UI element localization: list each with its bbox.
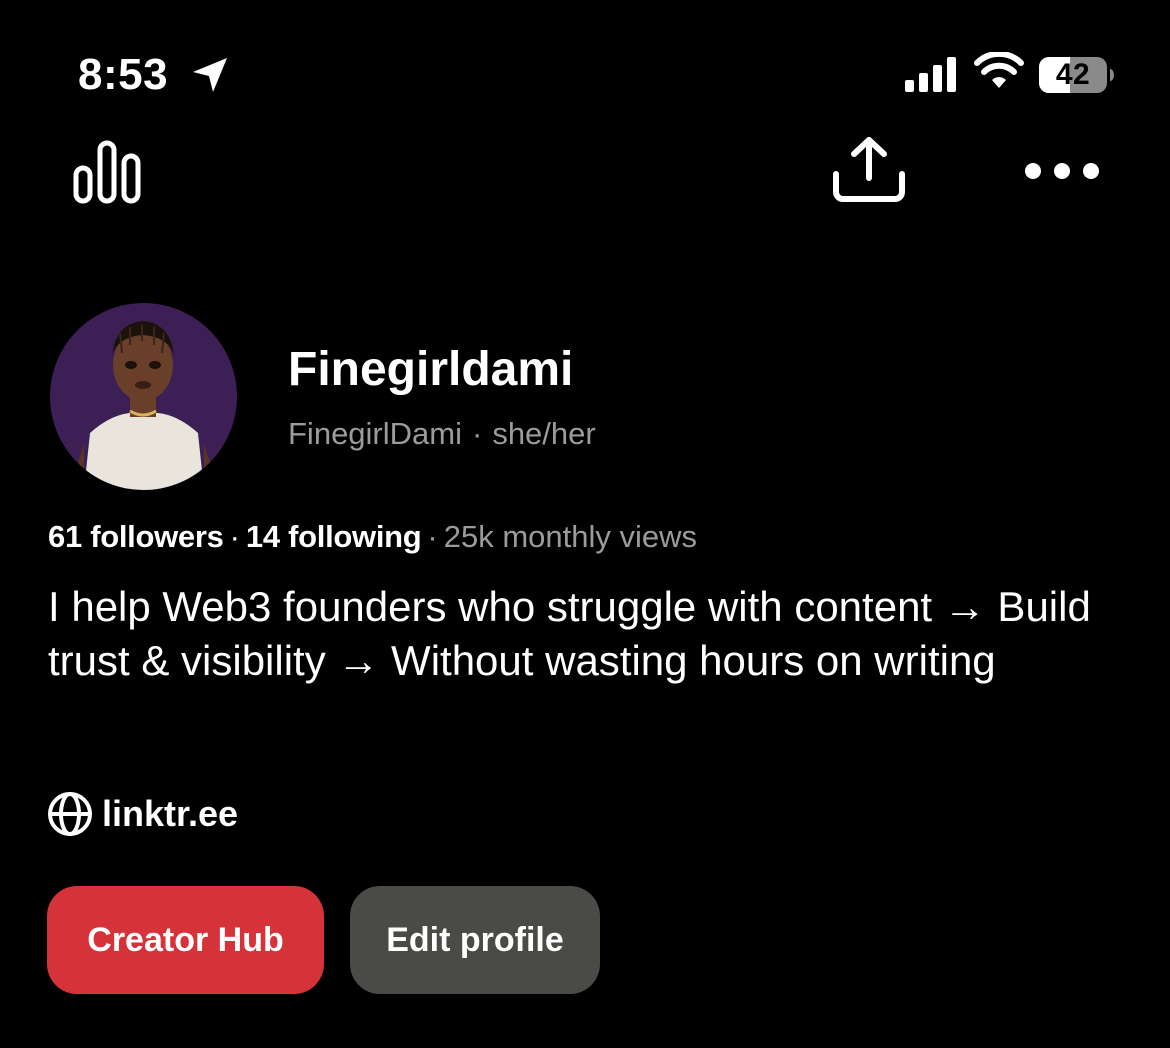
stats-line: 61 followers · 14 following · 25k monthly vi…: [48, 516, 697, 558]
following-count[interactable]: 14 following: [246, 519, 422, 554]
creator-hub-button[interactable]: Creator Hub: [47, 886, 324, 994]
analytics-icon[interactable]: [70, 138, 144, 206]
pronouns: she/her: [492, 416, 596, 451]
avatar[interactable]: [50, 303, 237, 490]
website-label[interactable]: linktr.ee: [102, 790, 238, 838]
edit-profile-button[interactable]: Edit profile: [350, 886, 600, 994]
share-icon[interactable]: [828, 134, 910, 204]
signal-icon: [905, 57, 956, 92]
website-link[interactable]: linktr.ee: [46, 790, 238, 838]
separator: ·: [427, 519, 438, 554]
separator: ·: [229, 519, 240, 554]
monthly-views: 25k monthly views: [443, 519, 698, 554]
location-arrow-icon: [193, 58, 227, 92]
wifi-icon: [974, 52, 1024, 88]
display-name: Finegirldami: [288, 343, 574, 396]
more-icon[interactable]: [1022, 158, 1102, 184]
followers-count[interactable]: 61 followers: [48, 519, 224, 554]
globe-icon: [48, 792, 92, 836]
battery-level: 42: [1055, 57, 1091, 91]
bio: I help Web3 founders who struggle with c…: [48, 583, 1091, 684]
status-time: 8:53: [78, 50, 169, 99]
separator: ·: [471, 416, 483, 451]
username: FinegirlDami: [288, 416, 462, 451]
username-line: FinegirlDami · she/her: [288, 414, 596, 454]
